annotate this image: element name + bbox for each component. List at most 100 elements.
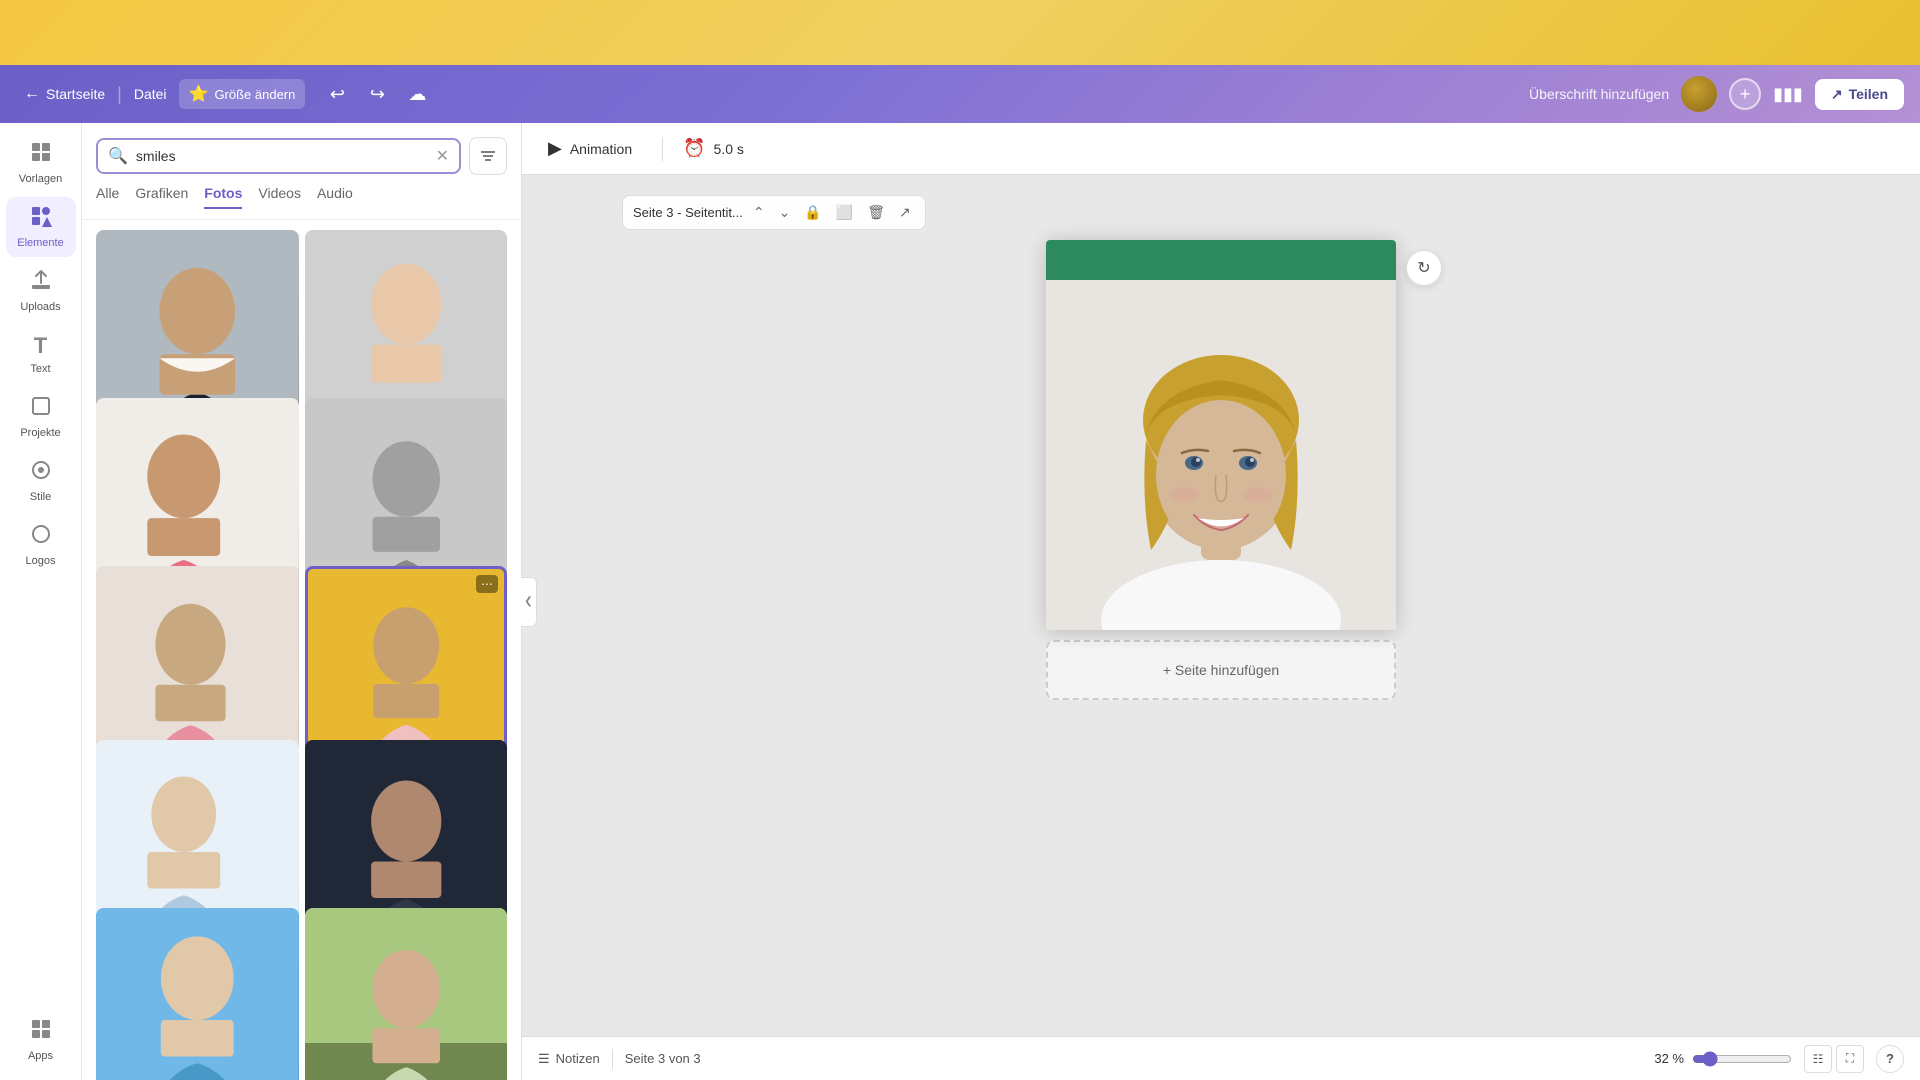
page-lock-button[interactable]: 🔒 (800, 202, 825, 223)
view-icons: ☷ ⛶ (1804, 1045, 1864, 1073)
photo-item-10[interactable] (305, 908, 508, 1080)
search-input-wrap: 🔍 ✕ (96, 138, 461, 174)
notes-icon: ☰ (538, 1051, 550, 1067)
file-menu-button[interactable]: Datei (126, 82, 175, 106)
add-page-button[interactable]: + Seite hinzufügen (1046, 640, 1396, 700)
sidebar-item-vorlagen[interactable]: Vorlagen (6, 133, 76, 193)
vorlagen-label: Vorlagen (19, 173, 62, 185)
page-controls-bar: Seite 3 - Seitentit... ⌃ ⌄ 🔒 ⬜ 🗑 ↗ (622, 195, 926, 230)
avatar-image (1681, 76, 1717, 112)
design-canvas: ↻ (1046, 240, 1396, 630)
tab-fotos[interactable]: Fotos (204, 185, 242, 209)
refresh-button[interactable]: ↻ (1406, 250, 1442, 286)
back-home-label: Startseite (46, 86, 105, 102)
text-label: Text (30, 363, 50, 375)
back-arrow-icon: ← (24, 85, 40, 103)
redo-button[interactable]: ↪ (361, 78, 393, 110)
resize-button[interactable]: ⭐ Größe ändern (179, 79, 306, 109)
filter-button[interactable] (469, 137, 507, 175)
user-avatar[interactable] (1681, 76, 1717, 112)
page-collapse-down-button[interactable]: ⌄ (775, 202, 795, 223)
page-title-text: Seite 3 - Seitentit... (633, 205, 743, 220)
search-clear-button[interactable]: ✕ (436, 146, 449, 166)
page-counter: Seite 3 von 3 (625, 1051, 701, 1066)
status-bar: ☰ Notizen Seite 3 von 3 32 % ☷ ⛶ ? (522, 1036, 1920, 1080)
apps-icon (30, 1018, 52, 1046)
tab-videos[interactable]: Videos (258, 185, 301, 209)
photo-item-9[interactable] (96, 908, 299, 1080)
back-home-button[interactable]: ← Startseite (16, 81, 113, 107)
search-input[interactable] (136, 148, 428, 164)
header-nav: ← Startseite | Datei ⭐ Größe ändern (16, 79, 305, 109)
text-icon: T (34, 333, 47, 359)
header-right: Überschrift hinzufügen + ▮▮▮ ↗ Teilen (1529, 76, 1904, 112)
sidebar-item-logos[interactable]: Logos (6, 515, 76, 575)
uploads-label: Uploads (20, 301, 60, 313)
animation-button[interactable]: ▶ Animation (538, 132, 642, 165)
help-button[interactable]: ? (1876, 1045, 1904, 1073)
animation-icon: ▶ (548, 138, 562, 159)
filter-tabs: Alle Grafiken Fotos Videos Audio (82, 185, 521, 220)
page-more-button[interactable]: ↗ (895, 202, 915, 223)
projekte-label: Projekte (20, 427, 60, 439)
add-title-button[interactable]: Überschrift hinzufügen (1529, 86, 1669, 102)
canvas-toolbar: ▶ Animation ⏰ 5.0 s (522, 123, 1920, 175)
undo-button[interactable]: ↩ (321, 78, 353, 110)
action-buttons: ↩ ↪ ☁ (321, 78, 433, 110)
elemente-label: Elemente (17, 237, 63, 249)
stats-icon[interactable]: ▮▮▮ (1773, 84, 1803, 105)
collapse-panel-button[interactable]: ❮ (521, 577, 537, 627)
header-divider: | (117, 84, 122, 105)
main-content: Vorlagen Elemente Uploads T Text Projekt… (0, 123, 1920, 1080)
elemente-icon (30, 205, 52, 233)
search-icon: 🔍 (108, 146, 128, 166)
sidebar-item-apps[interactable]: Apps (6, 1010, 76, 1070)
tab-grafiken[interactable]: Grafiken (135, 185, 188, 209)
stile-label: Stile (30, 491, 51, 503)
fullscreen-button[interactable]: ⛶ (1836, 1045, 1864, 1073)
toolbar-divider-1 (662, 137, 663, 161)
stile-icon (30, 459, 52, 487)
add-collaborator-button[interactable]: + (1729, 78, 1761, 110)
apps-label: Apps (28, 1050, 53, 1062)
page-collapse-up-button[interactable]: ⌃ (749, 202, 769, 223)
photo-grid: 👑 👑 (82, 220, 521, 1080)
top-decorative-bar (0, 0, 1920, 65)
tab-audio[interactable]: Audio (317, 185, 353, 209)
canvas-green-bar (1046, 240, 1396, 280)
logos-label: Logos (26, 555, 56, 567)
sidebar-item-text[interactable]: T Text (6, 325, 76, 383)
logos-icon (30, 523, 52, 551)
clock-icon: ⏰ (683, 138, 705, 159)
sidebar-item-uploads[interactable]: Uploads (6, 261, 76, 321)
main-header: ← Startseite | Datei ⭐ Größe ändern ↩ ↪ … (0, 65, 1920, 123)
zoom-percentage: 32 % (1654, 1051, 1684, 1066)
search-bar: 🔍 ✕ (82, 123, 521, 185)
search-panel: 🔍 ✕ Alle Grafiken Fotos Videos Audio (82, 123, 522, 1080)
page-duplicate-button[interactable]: ⬜ (832, 202, 857, 223)
tab-alle[interactable]: Alle (96, 185, 119, 209)
sidebar-item-projekte[interactable]: Projekte (6, 387, 76, 447)
save-cloud-button[interactable]: ☁ (401, 78, 433, 110)
duration-control[interactable]: ⏰ 5.0 s (683, 138, 744, 159)
notes-button[interactable]: ☰ Notizen (538, 1051, 600, 1067)
page-delete-button[interactable]: 🗑 (863, 202, 889, 223)
share-button[interactable]: ↗ Teilen (1815, 79, 1904, 110)
sidebar: Vorlagen Elemente Uploads T Text Projekt… (0, 123, 82, 1080)
canvas-scroll-area[interactable]: Seite 3 - Seitentit... ⌃ ⌄ 🔒 ⬜ 🗑 ↗ (522, 175, 1920, 1036)
grid-view-button[interactable]: ☷ (1804, 1045, 1832, 1073)
projekte-icon (30, 395, 52, 423)
photo-6-more-button[interactable]: ⋯ (476, 575, 498, 593)
canvas-main-photo[interactable] (1046, 280, 1396, 630)
star-icon: ⭐ (189, 84, 209, 104)
zoom-control: 32 % (1654, 1051, 1792, 1067)
share-icon: ↗ (1831, 86, 1843, 103)
status-divider-1 (612, 1049, 613, 1069)
zoom-slider[interactable] (1692, 1051, 1792, 1067)
sidebar-item-elemente[interactable]: Elemente (6, 197, 76, 257)
canvas-area: ▶ Animation ⏰ 5.0 s Seite 3 - Seitentit.… (522, 123, 1920, 1080)
uploads-icon (30, 269, 52, 297)
header-left: ← Startseite | Datei ⭐ Größe ändern ↩ ↪ … (16, 78, 1513, 110)
sidebar-item-stile[interactable]: Stile (6, 451, 76, 511)
vorlagen-icon (30, 141, 52, 169)
